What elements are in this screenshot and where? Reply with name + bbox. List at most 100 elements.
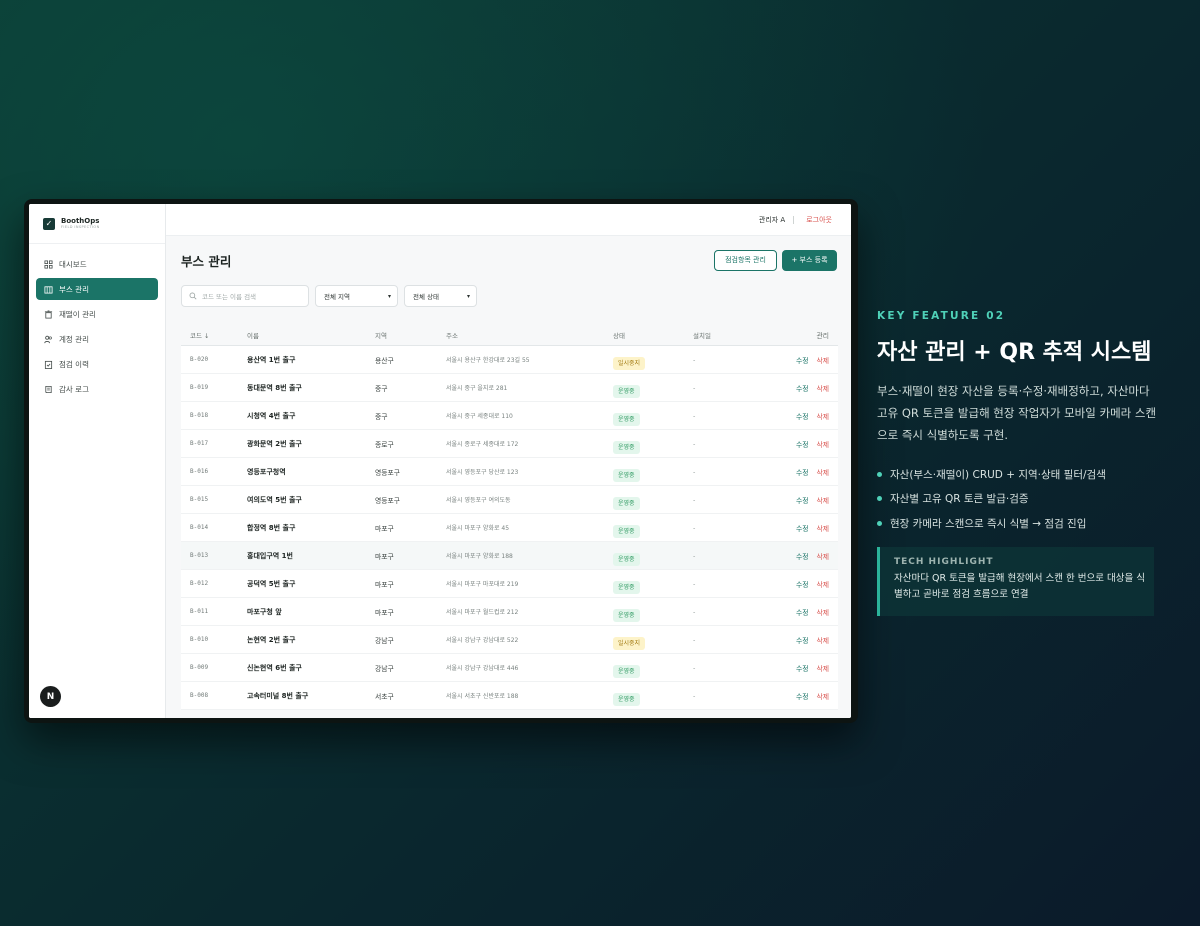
header-status: 상태: [613, 331, 625, 340]
sidebar-item-1[interactable]: 대시보드: [36, 253, 158, 275]
cell-code: B-015: [190, 496, 209, 503]
delete-button[interactable]: 삭제: [816, 411, 829, 421]
bullet-dot-icon: [877, 471, 882, 477]
cell-manage: 수정 삭제: [773, 523, 838, 533]
edit-button[interactable]: 수정: [796, 523, 809, 533]
sidebar-item-3[interactable]: 재떨이 관리: [36, 303, 158, 325]
edit-button[interactable]: 수정: [796, 607, 809, 617]
edit-button[interactable]: 수정: [796, 663, 809, 673]
delete-button[interactable]: 삭제: [816, 467, 829, 477]
delete-button[interactable]: 삭제: [816, 355, 829, 365]
bullet-dot-icon: [877, 496, 882, 502]
table-row[interactable]: B-012 공덕역 5번 출구 마포구 서울시 마포구 마포대로 219 운영중 - 수정 삭…: [181, 570, 838, 598]
delete-button[interactable]: 삭제: [816, 383, 829, 393]
feature-bullet: 현장 카메라 스캔으로 즉시 식별 → 점검 진입: [877, 511, 1106, 536]
sidebar-item-label: 점검 이력: [59, 359, 89, 369]
cell-address: 서울시 중구 을지로 281: [446, 385, 508, 392]
edit-button[interactable]: 수정: [796, 495, 809, 505]
app-screen: ✓ BoothOps FIELD INSPECTION 대시보드부스 관리재떨이…: [29, 204, 851, 718]
edit-button[interactable]: 수정: [796, 383, 809, 393]
edit-button[interactable]: 수정: [796, 579, 809, 589]
status-badge: 운영중: [613, 412, 640, 426]
main-content: 관리자 A 로그아웃 부스 관리 점검항목 관리 + 부스 등록 코드 또는 이: [166, 204, 851, 718]
table-row[interactable]: B-015 여의도역 5번 출구 영등포구 서울시 영등포구 여의도동 운영중 - 수정 삭제: [181, 486, 838, 514]
cell-name: 마포구청 앞: [247, 607, 282, 616]
edit-button[interactable]: 수정: [796, 411, 809, 421]
edit-button[interactable]: 수정: [796, 691, 809, 701]
status-badge: 운영중: [613, 692, 640, 706]
region-select[interactable]: 전체 지역 ▾: [315, 285, 398, 307]
cell-name: 광화문역 2번 출구: [247, 439, 302, 448]
logout-link[interactable]: 로그아웃: [806, 215, 832, 225]
cell-status: 운영중: [613, 518, 693, 538]
cell-code: B-020: [190, 356, 209, 363]
cell-manage: 수정 삭제: [773, 663, 838, 673]
delete-button[interactable]: 삭제: [816, 635, 829, 645]
cell-manage: 수정 삭제: [773, 691, 838, 701]
sidebar-item-4[interactable]: 계정 관리: [36, 328, 158, 350]
delete-button[interactable]: 삭제: [816, 551, 829, 561]
feature-bullet-text: 자산별 고유 QR 토큰 발급·검증: [890, 493, 1029, 506]
cell-region: 중구: [375, 384, 388, 393]
table-row[interactable]: B-010 논현역 2번 출구 강남구 서울시 강남구 강남대로 522 일시중지 - 수정…: [181, 626, 838, 654]
cell-name: 여의도역 5번 출구: [247, 495, 302, 504]
booth-table: 코드 ↓ 이름 지역 주소 상태 설치일 관리 B-020 용산역 1번 출구 용산…: [181, 324, 838, 710]
delete-button[interactable]: 삭제: [816, 691, 829, 701]
edit-button[interactable]: 수정: [796, 635, 809, 645]
bin-icon: [44, 309, 53, 319]
cell-manage: 수정 삭제: [773, 355, 838, 365]
table-row[interactable]: B-018 시청역 4번 출구 중구 서울시 중구 세종대로 110 운영중 - 수정 삭제: [181, 402, 838, 430]
cell-install-date: -: [693, 439, 696, 448]
edit-button[interactable]: 수정: [796, 467, 809, 477]
edit-button[interactable]: 수정: [796, 355, 809, 365]
search-input[interactable]: 코드 또는 이름 검색: [181, 285, 309, 307]
status-badge: 운영중: [613, 468, 640, 482]
filter-bar: 코드 또는 이름 검색 전체 지역 ▾ 전체 상태 ▾: [166, 284, 851, 308]
tech-highlight-text: 자산마다 QR 토큰을 발급해 현장에서 스캔 한 번으로 대상을 식별하고 곧…: [894, 573, 1146, 600]
table-row[interactable]: B-020 용산역 1번 출구 용산구 서울시 용산구 한강대로 23길 55 일시중지…: [181, 346, 838, 374]
cell-status: 운영중: [613, 490, 693, 510]
table-row[interactable]: B-019 동대문역 8번 출구 중구 서울시 중구 을지로 281 운영중 - 수정 삭제: [181, 374, 838, 402]
cell-address: 서울시 종로구 세종대로 172: [446, 441, 519, 448]
table-row[interactable]: B-014 합정역 8번 출구 마포구 서울시 마포구 양화로 45 운영중 - 수정 삭제: [181, 514, 838, 542]
cell-region: 강남구: [375, 636, 394, 645]
table-row[interactable]: B-008 고속터미널 8번 출구 서초구 서울시 서초구 신반포로 188 운영중 - 수…: [181, 682, 838, 710]
table-body: B-020 용산역 1번 출구 용산구 서울시 용산구 한강대로 23길 55 일시중지…: [181, 346, 838, 710]
header-code[interactable]: 코드 ↓: [181, 330, 247, 340]
framework-badge-icon[interactable]: N: [40, 686, 61, 707]
header-address: 주소: [446, 331, 458, 340]
table-row[interactable]: B-017 광화문역 2번 출구 종로구 서울시 종로구 세종대로 172 운영중 - 수정…: [181, 430, 838, 458]
delete-button[interactable]: 삭제: [816, 439, 829, 449]
brand[interactable]: ✓ BoothOps FIELD INSPECTION: [29, 204, 165, 244]
delete-button[interactable]: 삭제: [816, 663, 829, 673]
status-badge: 운영중: [613, 552, 640, 566]
sidebar-item-2[interactable]: 부스 관리: [36, 278, 158, 300]
cell-name: 용산역 1번 출구: [247, 355, 296, 364]
edit-button[interactable]: 수정: [796, 439, 809, 449]
delete-button[interactable]: 삭제: [816, 523, 829, 533]
delete-button[interactable]: 삭제: [816, 607, 829, 617]
cell-status: 운영중: [613, 462, 693, 482]
status-badge: 운영중: [613, 580, 640, 594]
manage-check-items-button[interactable]: 점검항목 관리: [714, 249, 777, 271]
table-row[interactable]: B-011 마포구청 앞 마포구 서울시 마포구 월드컵로 212 운영중 - 수정 삭제: [181, 598, 838, 626]
header-region: 지역: [375, 331, 387, 340]
add-booth-button[interactable]: + 부스 등록: [782, 249, 837, 271]
sidebar-item-6[interactable]: 감사 로그: [36, 378, 158, 400]
cell-address: 서울시 마포구 양화로 188: [446, 553, 513, 560]
sidebar-item-5[interactable]: 점검 이력: [36, 353, 158, 375]
table-row[interactable]: B-016 영등포구청역 영등포구 서울시 영등포구 당산로 123 운영중 - 수정 삭제: [181, 458, 838, 486]
delete-button[interactable]: 삭제: [816, 495, 829, 505]
cell-name: 시청역 4번 출구: [247, 411, 296, 420]
status-select[interactable]: 전체 상태 ▾: [404, 285, 477, 307]
sidebar-item-label: 부스 관리: [59, 284, 89, 294]
table-row[interactable]: B-013 홍대입구역 1번 마포구 서울시 마포구 양화로 188 운영중 - 수정 삭제: [181, 542, 838, 570]
brand-name: BoothOps: [61, 216, 100, 225]
cell-manage: 수정 삭제: [773, 439, 838, 449]
edit-button[interactable]: 수정: [796, 551, 809, 561]
cell-code: B-008: [190, 692, 209, 699]
status-badge: 운영중: [613, 496, 640, 510]
cell-manage: 수정 삭제: [773, 383, 838, 393]
delete-button[interactable]: 삭제: [816, 579, 829, 589]
table-row[interactable]: B-009 신논현역 6번 출구 강남구 서울시 강남구 강남대로 446 운영중 - 수정…: [181, 654, 838, 682]
